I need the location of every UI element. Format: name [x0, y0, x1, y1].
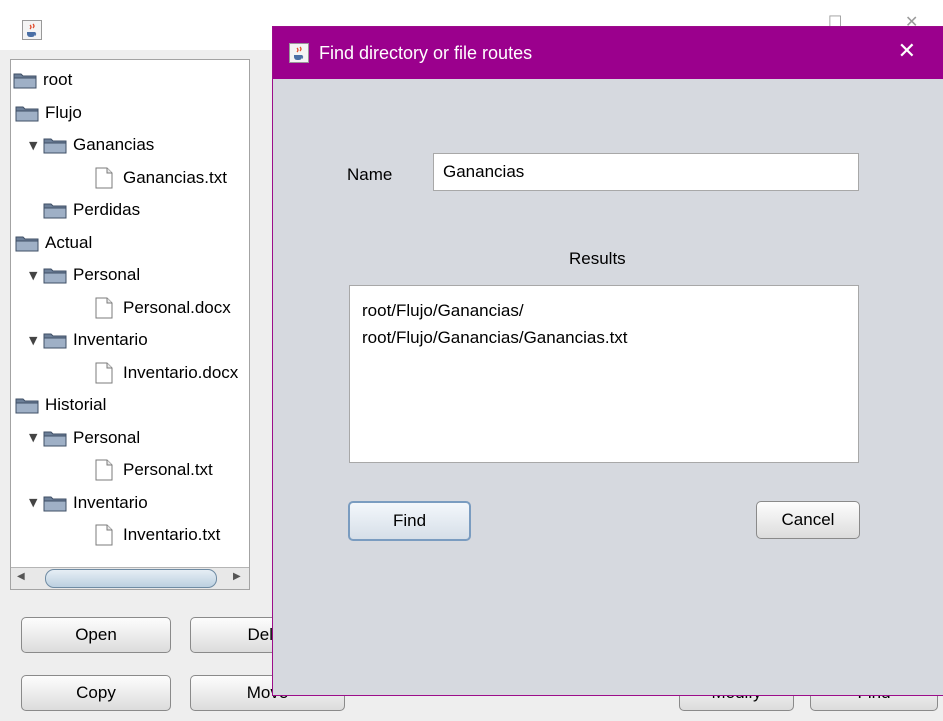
result-item[interactable]: root/Flujo/Ganancias/	[362, 301, 858, 328]
result-item[interactable]: root/Flujo/Ganancias/Ganancias.txt	[362, 328, 858, 355]
expand-toggle-icon[interactable]: ▼	[29, 139, 43, 152]
tree-node-label: Actual	[45, 232, 93, 252]
tree-node-label: Inventario.txt	[123, 525, 221, 544]
scroll-left-icon[interactable]: ◀	[17, 571, 25, 582]
tree-node-file[interactable]: Ganancias.txt	[81, 165, 227, 191]
file-tree[interactable]: root▼Flujo▼GananciasGanancias.txtPerdida…	[10, 59, 250, 590]
close-icon[interactable]: ✕	[898, 39, 916, 64]
tree-node-label: Personal.docx	[123, 297, 231, 317]
tree-node-file[interactable]: Personal.txt	[81, 457, 213, 483]
cancel-button[interactable]: Cancel	[756, 501, 860, 539]
results-label: Results	[569, 249, 626, 268]
tree-node-label: Historial	[45, 395, 107, 414]
copy-button[interactable]: Copy	[21, 675, 171, 711]
java-coffee-icon	[22, 20, 42, 40]
folder-icon	[43, 268, 67, 284]
tree-node-folder[interactable]: ▼ Personal	[29, 262, 140, 288]
tree-node-folder[interactable]: Perdidas	[29, 197, 140, 223]
find-button[interactable]: Find	[348, 501, 471, 541]
tree-node-folder[interactable]: ▼ Inventario	[29, 327, 148, 353]
file-icon	[95, 459, 113, 481]
tree-node-label: Ganancias.txt	[123, 167, 227, 187]
tree-node-label: Inventario	[73, 492, 148, 512]
folder-icon	[43, 431, 67, 446]
tree-node-label: Inventario	[73, 330, 148, 349]
find-dialog: Find directory or file routes ✕ Name Gan…	[272, 26, 943, 696]
expand-toggle-icon[interactable]: ▼	[29, 269, 43, 282]
tree-node-folder[interactable]: ▼Historial	[11, 392, 107, 418]
dialog-title: Find directory or file routes	[319, 43, 533, 63]
tree-node-file[interactable]: Personal.docx	[81, 295, 231, 321]
tree-node-label: Personal.txt	[123, 460, 213, 479]
expand-toggle-icon[interactable]: ▼	[29, 431, 43, 444]
folder-icon	[43, 138, 67, 154]
tree-node-label: Ganancias	[73, 135, 155, 154]
folder-icon	[43, 333, 67, 349]
name-input[interactable]: Ganancias	[433, 153, 859, 191]
folder-icon	[15, 236, 39, 251]
tree-node-label: Personal	[73, 265, 141, 284]
tree-node-folder[interactable]: ▼Flujo	[11, 100, 82, 126]
file-icon	[95, 524, 113, 546]
folder-icon	[15, 106, 39, 121]
tree-node-folder[interactable]: root	[11, 67, 73, 93]
folder-icon	[15, 398, 39, 414]
expand-toggle-icon[interactable]: ▼	[29, 334, 43, 347]
name-label: Name	[347, 165, 393, 184]
open-button[interactable]: Open	[21, 617, 171, 653]
folder-icon	[43, 203, 67, 219]
java-coffee-icon	[289, 43, 309, 63]
tree-node-label: root	[43, 70, 73, 89]
file-icon	[95, 167, 113, 188]
dialog-titlebar: Find directory or file routes ✕	[273, 27, 943, 79]
tree-node-label: Personal	[73, 427, 141, 447]
tree-node-folder[interactable]: ▼ Personal	[29, 425, 140, 451]
tree-node-file[interactable]: Inventario.txt	[81, 522, 220, 548]
folder-icon	[13, 73, 37, 89]
tree-node-folder[interactable]: ▼Actual	[11, 230, 93, 256]
scroll-right-icon[interactable]: ▶	[233, 571, 241, 582]
scrollbar-thumb[interactable]	[45, 569, 217, 588]
tree-node-folder[interactable]: ▼ Inventario	[29, 490, 148, 516]
tree-node-file[interactable]: Inventario.docx	[81, 360, 238, 386]
expand-toggle-icon[interactable]: ▼	[29, 496, 43, 509]
tree-node-label: Flujo	[45, 102, 82, 122]
tree-node-label: Inventario.docx	[123, 362, 239, 382]
folder-icon	[43, 496, 67, 511]
tree-node-folder[interactable]: ▼ Ganancias	[29, 132, 154, 158]
file-icon	[95, 362, 113, 383]
file-icon	[95, 297, 113, 318]
tree-node-label: Perdidas	[73, 200, 141, 219]
horizontal-scrollbar[interactable]: ◀ ▶	[11, 567, 249, 589]
results-list[interactable]: root/Flujo/Ganancias/ root/Flujo/Gananci…	[349, 285, 859, 463]
